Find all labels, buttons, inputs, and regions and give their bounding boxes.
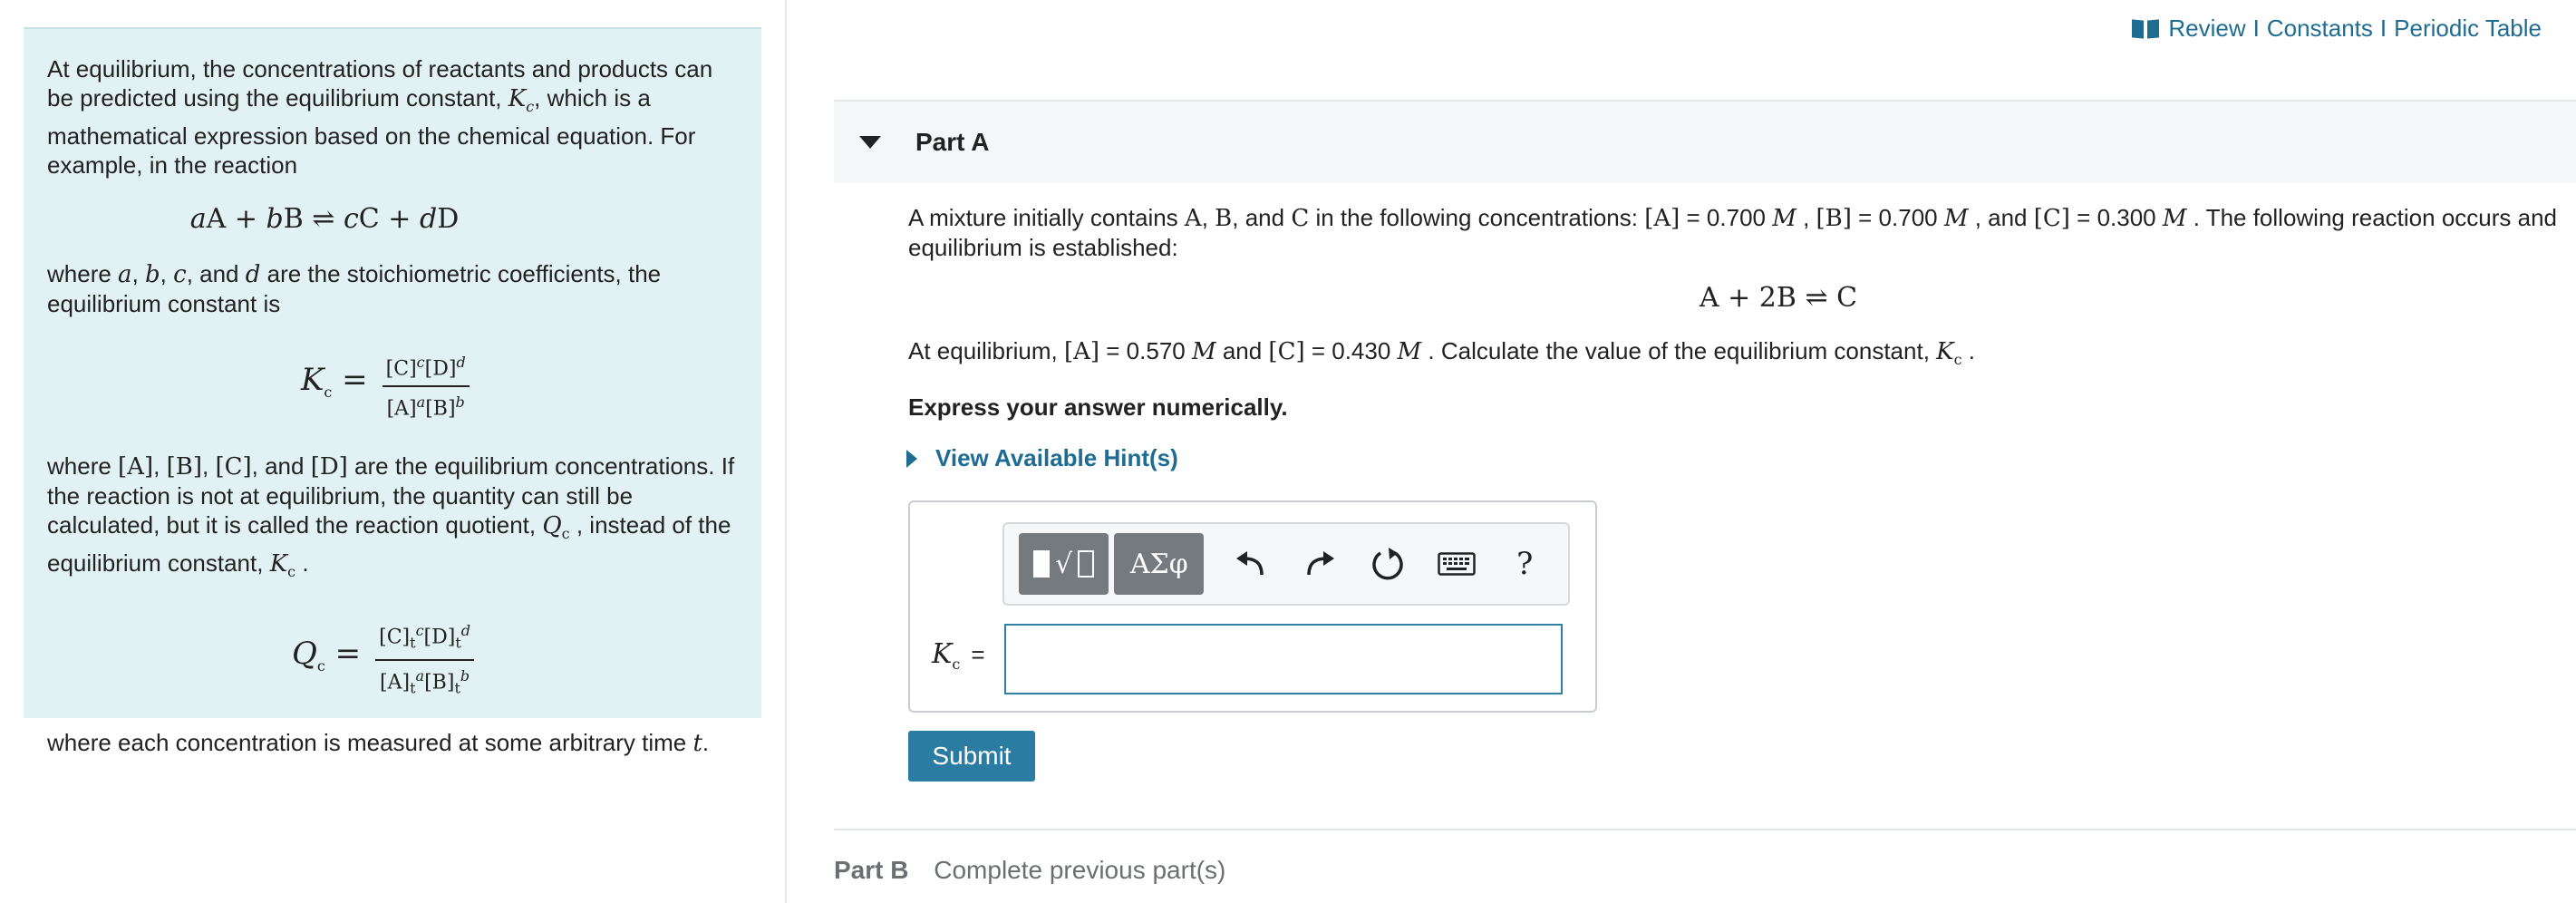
info-panel: At equilibrium, the concentrations of re… [24, 27, 761, 757]
kc-symbol: Kc [508, 85, 535, 116]
answer-instruction: Express your answer numerically. [908, 393, 1288, 422]
part-a-header[interactable]: Part A [834, 100, 2576, 183]
undo-icon[interactable] [1225, 539, 1276, 589]
submit-button[interactable]: Submit [908, 731, 1035, 782]
templates-button[interactable]: √ [1019, 533, 1109, 595]
redo-icon[interactable] [1294, 539, 1345, 589]
question-body: A mixture initially contains A, B, and C… [908, 203, 2558, 422]
info-paragraph-3: where [A], [B], [C], and [D] are the equ… [47, 452, 735, 581]
info-paragraph-1: At equilibrium, the concentrations of re… [47, 55, 713, 180]
keyboard-icon[interactable] [1431, 539, 1482, 589]
kc-formula: Kc = [C]c[D]d [A]a[B]b [301, 351, 738, 421]
question-text-1: A mixture initially contains A, B, and C… [908, 204, 2558, 261]
expand-triangle-icon [906, 449, 917, 468]
answer-label: Kc = [932, 638, 985, 673]
reaction-equation: A + 2B ⇌ C [1699, 282, 1858, 314]
collapse-triangle-icon[interactable] [859, 136, 881, 149]
info-paragraph-2: where a, b, c, and d are the stoichiomet… [47, 260, 662, 318]
part-b-status: Complete previous part(s) [934, 856, 1226, 884]
part-b-divider [834, 829, 2576, 830]
book-icon [2132, 20, 2159, 38]
review-link[interactable]: Review [2168, 15, 2245, 43]
help-button[interactable]: ? [1499, 539, 1550, 589]
hint-label: View Available Hint(s) [935, 444, 1178, 471]
math-toolbar: √ ΑΣφ ? [1002, 522, 1570, 606]
part-b-row: Part B Complete previous part(s) [834, 856, 1225, 885]
answer-box: √ ΑΣφ ? Kc = [908, 500, 1597, 713]
view-hints-toggle[interactable]: View Available Hint(s) [906, 444, 1178, 472]
reset-icon[interactable] [1362, 539, 1413, 589]
info-paragraph-4: where each concentration is measured at … [47, 728, 710, 757]
qc-formula: Qc = [C]tc[D]td [A]ta[B]tb [292, 619, 738, 700]
constants-link[interactable]: Constants [2267, 15, 2373, 43]
panel-divider [785, 0, 787, 903]
kc-answer-input[interactable] [1004, 624, 1563, 694]
link-separator: I [2379, 15, 2387, 42]
link-separator: I [2252, 15, 2260, 42]
template-box-icon [1078, 550, 1095, 578]
periodic-table-link[interactable]: Periodic Table [2394, 15, 2542, 43]
general-reaction: aA + bB ⇌ cC + dD [189, 203, 460, 236]
part-b-label: Part B [834, 856, 909, 884]
question-text-2: At equilibrium, [A] = 0.570 M and [C] = … [908, 337, 1976, 369]
part-a-title: Part A [915, 128, 990, 156]
template-square-icon [1033, 550, 1051, 578]
resource-links: Review I Constants I Periodic Table [2132, 15, 2542, 43]
radical-icon: √ [1055, 548, 1073, 580]
greek-symbols-button[interactable]: ΑΣφ [1114, 533, 1205, 595]
